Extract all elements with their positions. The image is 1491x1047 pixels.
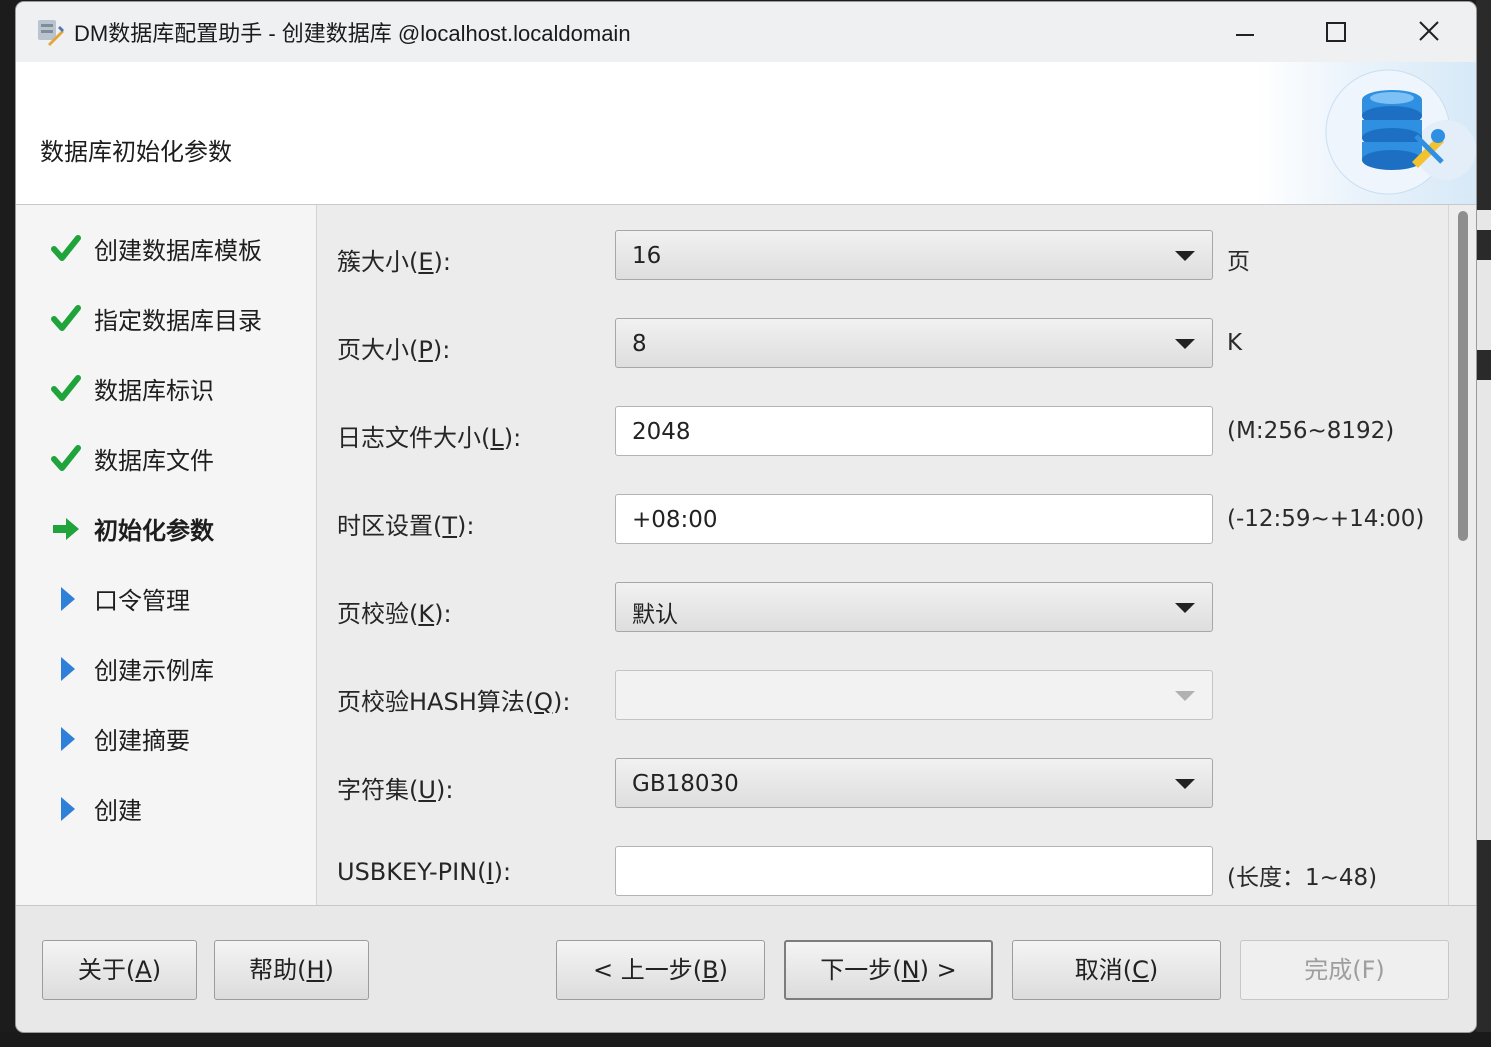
page-size-label: 页大小(P): bbox=[337, 336, 451, 364]
extent-size-unit: 页 bbox=[1227, 249, 1250, 275]
log-size-value: 2048 bbox=[632, 419, 691, 445]
page-size-row: 页大小(P): 8 K bbox=[317, 318, 1447, 372]
form-scrollbar[interactable] bbox=[1448, 205, 1476, 905]
step-label: 创建摘要 bbox=[94, 727, 190, 755]
time-zone-input[interactable]: +08:00 bbox=[615, 494, 1213, 544]
page-hash-label: 页校验HASH算法(Q): bbox=[337, 688, 571, 716]
usbkey-pin-label: USBKEY-PIN(I): bbox=[337, 858, 512, 886]
desktop-background-bottom bbox=[0, 1032, 1491, 1047]
page-check-value: 默认 bbox=[632, 602, 678, 628]
wizard-button-bar: 关于(A) 帮助(H) < 上一步(B) 下一步(N) > 取消(C) 完成(F… bbox=[16, 905, 1476, 1032]
title-bar[interactable]: DM数据库配置助手 - 创建数据库 @localhost.localdomain bbox=[16, 2, 1476, 62]
triangle-right-icon bbox=[50, 723, 82, 755]
page-size-select[interactable]: 8 bbox=[615, 318, 1213, 368]
extent-size-value: 16 bbox=[632, 243, 662, 269]
step-password-mgmt: 口令管理 bbox=[16, 569, 316, 625]
log-size-label: 日志文件大小(L): bbox=[337, 424, 522, 452]
wizard-steps-sidebar: 创建数据库模板 指定数据库目录 数据库标识 数据库文件 初始化参数 口令管理 创… bbox=[16, 205, 317, 905]
help-button[interactable]: 帮助(H) bbox=[214, 940, 369, 1000]
step-label: 数据库标识 bbox=[94, 377, 214, 405]
charset-row: 字符集(U): GB18030 bbox=[317, 758, 1447, 812]
step-label: 指定数据库目录 bbox=[94, 307, 262, 335]
scrollbar-thumb[interactable] bbox=[1458, 211, 1468, 541]
close-button[interactable] bbox=[1406, 10, 1452, 56]
time-zone-label: 时区设置(T): bbox=[337, 512, 475, 540]
about-button[interactable]: 关于(A) bbox=[42, 940, 197, 1000]
log-size-range: (M:256~8192) bbox=[1227, 418, 1395, 444]
usbkey-pin-row: USBKEY-PIN(I): (长度：1~48) bbox=[317, 846, 1447, 900]
triangle-right-icon bbox=[50, 583, 82, 615]
triangle-right-icon bbox=[50, 653, 82, 685]
log-size-row: 日志文件大小(L): 2048 (M:256~8192) bbox=[317, 406, 1447, 460]
init-params-form: 簇大小(E): 16 页 页大小(P): 8 K 日志文件大小(L): 2048… bbox=[317, 205, 1447, 905]
charset-select[interactable]: GB18030 bbox=[615, 758, 1213, 808]
page-size-unit: K bbox=[1227, 330, 1243, 356]
wizard-header: 数据库初始化参数 bbox=[16, 62, 1476, 205]
triangle-right-icon bbox=[50, 793, 82, 825]
chevron-down-icon bbox=[1175, 691, 1195, 701]
time-zone-range: (-12:59~+14:00) bbox=[1227, 506, 1425, 532]
check-icon bbox=[50, 443, 82, 475]
usbkey-pin-input[interactable] bbox=[615, 846, 1213, 896]
step-db-identity: 数据库标识 bbox=[16, 359, 316, 415]
step-label: 创建 bbox=[94, 797, 142, 825]
step-label: 创建示例库 bbox=[94, 657, 214, 685]
arrow-right-icon bbox=[50, 513, 82, 545]
page-hash-row: 页校验HASH算法(Q): bbox=[317, 670, 1447, 724]
step-create: 创建 bbox=[16, 779, 316, 835]
step-db-directory: 指定数据库目录 bbox=[16, 289, 316, 345]
check-icon bbox=[50, 233, 82, 265]
window-title: DM数据库配置助手 - 创建数据库 @localhost.localdomain bbox=[74, 21, 631, 46]
chevron-down-icon bbox=[1175, 779, 1195, 789]
log-size-input[interactable]: 2048 bbox=[615, 406, 1213, 456]
step-create-template: 创建数据库模板 bbox=[16, 219, 316, 275]
page-title: 数据库初始化参数 bbox=[40, 138, 232, 166]
step-db-files: 数据库文件 bbox=[16, 429, 316, 485]
step-label: 数据库文件 bbox=[94, 447, 214, 475]
charset-label: 字符集(U): bbox=[337, 776, 454, 804]
cancel-button[interactable]: 取消(C) bbox=[1012, 940, 1221, 1000]
chevron-down-icon bbox=[1175, 339, 1195, 349]
next-button[interactable]: 下一步(N) > bbox=[784, 940, 993, 1000]
page-check-row: 页校验(K): 默认 bbox=[317, 582, 1447, 636]
chevron-down-icon bbox=[1175, 251, 1195, 261]
step-label: 初始化参数 bbox=[94, 517, 214, 545]
extent-size-select[interactable]: 16 bbox=[615, 230, 1213, 280]
chevron-down-icon bbox=[1175, 603, 1195, 613]
check-icon bbox=[50, 303, 82, 335]
minimize-button[interactable] bbox=[1222, 10, 1268, 56]
page-check-select[interactable]: 默认 bbox=[615, 582, 1213, 632]
step-init-params: 初始化参数 bbox=[16, 499, 316, 555]
step-label: 口令管理 bbox=[94, 587, 190, 615]
desktop-background-right bbox=[1476, 0, 1491, 1047]
step-summary: 创建摘要 bbox=[16, 709, 316, 765]
step-sample-db: 创建示例库 bbox=[16, 639, 316, 695]
database-wrench-icon bbox=[1316, 66, 1476, 202]
page-check-label: 页校验(K): bbox=[337, 600, 452, 628]
check-icon bbox=[50, 373, 82, 405]
dm-config-tool-icon bbox=[34, 16, 66, 48]
time-zone-row: 时区设置(T): +08:00 (-12:59~+14:00) bbox=[317, 494, 1447, 548]
back-button[interactable]: < 上一步(B) bbox=[556, 940, 765, 1000]
finish-button[interactable]: 完成(F) bbox=[1240, 940, 1449, 1000]
charset-value: GB18030 bbox=[632, 771, 739, 797]
step-label: 创建数据库模板 bbox=[94, 237, 262, 265]
extent-size-row: 簇大小(E): 16 页 bbox=[317, 230, 1447, 284]
usbkey-pin-range: (长度：1~48) bbox=[1227, 865, 1378, 891]
time-zone-value: +08:00 bbox=[632, 507, 718, 533]
dm-config-wizard-window: DM数据库配置助手 - 创建数据库 @localhost.localdomain… bbox=[16, 2, 1476, 1032]
page-hash-select[interactable] bbox=[615, 670, 1213, 720]
page-size-value: 8 bbox=[632, 331, 647, 357]
maximize-button[interactable] bbox=[1313, 10, 1359, 56]
extent-size-label: 簇大小(E): bbox=[337, 248, 451, 276]
